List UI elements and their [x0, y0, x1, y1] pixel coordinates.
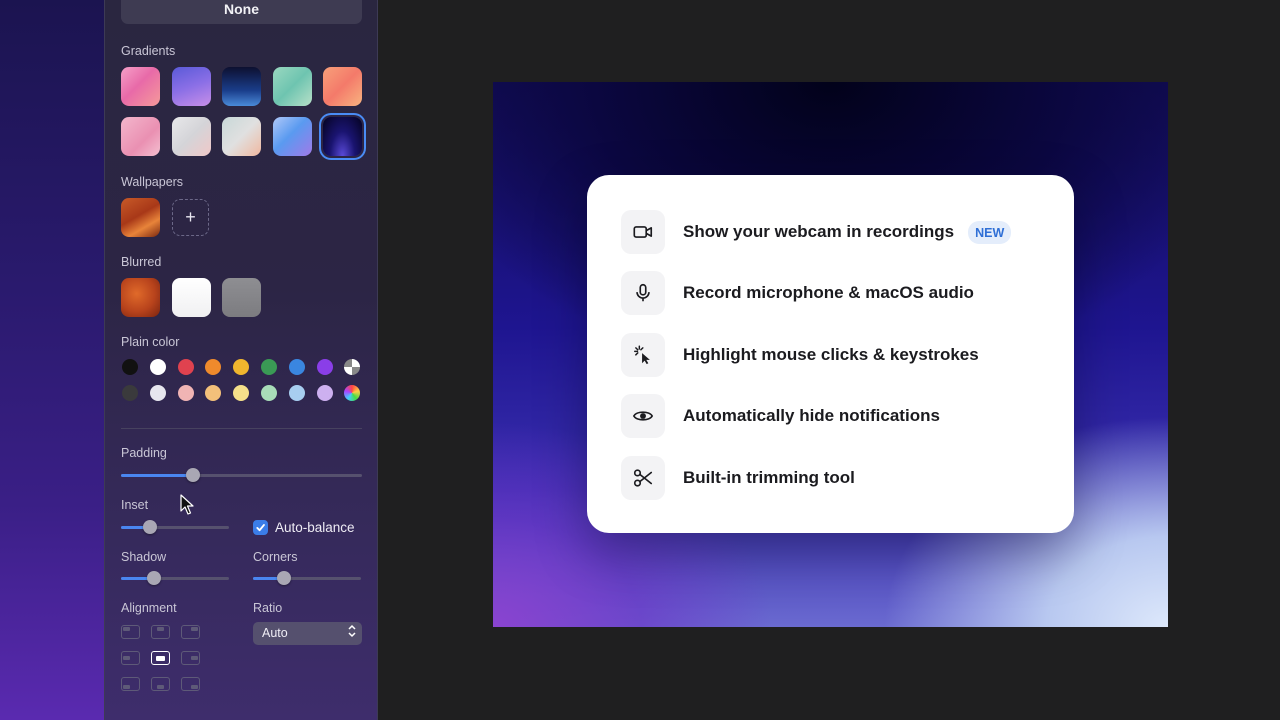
color-swatch[interactable] — [316, 359, 333, 375]
color-swatch[interactable] — [205, 385, 222, 401]
color-swatch[interactable] — [177, 359, 194, 375]
feature-text: Highlight mouse clicks & keystrokes — [683, 345, 979, 364]
feature-item: Highlight mouse clicks & keystrokes — [621, 333, 979, 377]
alignment-bottom-button[interactable] — [151, 677, 170, 691]
color-swatch[interactable] — [288, 385, 305, 401]
alignment-right-button[interactable] — [181, 651, 200, 665]
gradient-swatch[interactable] — [222, 67, 261, 106]
color-swatch[interactable] — [177, 385, 194, 401]
wallpapers-heading: Wallpapers — [121, 175, 184, 189]
color-swatch[interactable] — [149, 359, 166, 375]
inset-slider-knob[interactable] — [143, 520, 158, 534]
padding-slider-knob[interactable] — [186, 468, 201, 482]
alignment-marker — [191, 627, 198, 631]
shadow-slider[interactable] — [121, 571, 229, 585]
alignment-marker — [123, 656, 130, 660]
blurred-swatch[interactable] — [171, 278, 211, 317]
feature-item: Built-in trimming tool — [621, 456, 855, 500]
scissors-icon — [621, 456, 665, 500]
feature-item: Automatically hide notifications — [621, 394, 940, 438]
ratio-label: Ratio — [253, 601, 283, 615]
chevron-up-down-icon — [348, 622, 356, 638]
cursor-click-icon — [621, 333, 665, 377]
alignment-top-left-button[interactable] — [121, 625, 140, 639]
color-swatch[interactable] — [344, 359, 361, 375]
gradient-swatch[interactable] — [272, 117, 312, 156]
gradient-swatch[interactable] — [323, 117, 362, 156]
divider — [121, 428, 362, 429]
color-swatch[interactable] — [205, 359, 222, 375]
blurred-swatch[interactable] — [222, 278, 261, 317]
padding-slider[interactable] — [121, 468, 362, 482]
background-settings-panel: None Gradients Wallpapers + Blurred Plai… — [104, 0, 378, 720]
gradient-swatch[interactable] — [121, 67, 160, 106]
padding-slider-fill — [121, 474, 194, 477]
eye-icon — [621, 394, 665, 438]
alignment-bottom-right-button[interactable] — [181, 677, 200, 691]
auto-balance-label[interactable]: Auto-balance — [275, 520, 355, 535]
alignment-center-button[interactable] — [151, 651, 170, 665]
preview-canvas: Show your webcam in recordings NEW Recor… — [493, 82, 1168, 627]
feature-item: Record microphone & macOS audio — [621, 271, 974, 315]
feature-card: Show your webcam in recordings NEW Recor… — [587, 175, 1074, 533]
color-swatch[interactable] — [344, 385, 361, 401]
gradient-swatch[interactable] — [222, 117, 261, 156]
alignment-label: Alignment — [121, 601, 177, 615]
alignment-marker — [156, 655, 165, 661]
auto-balance-checkbox[interactable] — [253, 520, 268, 535]
color-swatch[interactable] — [261, 359, 277, 375]
color-swatch[interactable] — [122, 359, 138, 375]
new-badge: NEW — [968, 220, 1012, 244]
alignment-marker — [156, 627, 164, 631]
mouse-pointer-icon — [180, 494, 194, 515]
alignment-top-right-button[interactable] — [181, 625, 200, 639]
gradients-heading: Gradients — [121, 44, 176, 58]
background-window-edge — [0, 0, 104, 720]
corners-slider[interactable] — [253, 571, 361, 585]
color-swatch[interactable] — [149, 385, 166, 401]
corners-label: Corners — [253, 550, 298, 564]
color-swatch[interactable] — [261, 385, 277, 401]
padding-label: Padding — [121, 446, 167, 460]
color-swatch[interactable] — [288, 359, 305, 375]
add-wallpaper-button[interactable]: + — [172, 199, 209, 236]
shadow-slider-knob[interactable] — [147, 571, 162, 585]
alignment-marker — [123, 685, 130, 689]
feature-item: Show your webcam in recordings NEW — [621, 210, 1012, 254]
ratio-select-value: Auto — [262, 626, 288, 640]
alignment-bottom-left-button[interactable] — [121, 677, 140, 691]
color-swatch[interactable] — [233, 359, 250, 375]
plain-color-heading: Plain color — [121, 335, 180, 349]
alignment-marker — [156, 685, 164, 689]
gradient-swatch[interactable] — [171, 67, 211, 106]
gradient-swatch[interactable] — [272, 67, 312, 106]
color-swatch[interactable] — [316, 385, 333, 401]
blurred-swatch[interactable] — [121, 278, 160, 317]
wallpaper-swatch[interactable] — [121, 198, 160, 237]
microphone-icon — [621, 271, 665, 315]
feature-text: Built-in trimming tool — [683, 468, 855, 487]
alignment-marker — [191, 656, 198, 660]
alignment-top-button[interactable] — [151, 625, 170, 639]
alignment-marker — [191, 685, 198, 689]
video-camera-icon — [621, 210, 665, 254]
shadow-label: Shadow — [121, 550, 167, 564]
corners-slider-knob[interactable] — [277, 571, 292, 585]
gradient-swatch[interactable] — [323, 67, 362, 106]
alignment-left-button[interactable] — [121, 651, 140, 665]
blurred-heading: Blurred — [121, 255, 162, 269]
gradient-swatch[interactable] — [171, 117, 211, 156]
checkmark-icon — [256, 524, 265, 532]
ratio-select[interactable]: Auto — [253, 622, 362, 645]
color-swatch[interactable] — [233, 385, 250, 401]
gradient-swatch[interactable] — [121, 117, 160, 156]
alignment-marker — [123, 627, 130, 631]
feature-text: Record microphone & macOS audio — [683, 283, 974, 302]
none-background-button[interactable]: None — [121, 0, 362, 24]
inset-slider[interactable] — [121, 520, 229, 534]
feature-text: Automatically hide notifications — [683, 406, 940, 425]
feature-text: Show your webcam in recordings — [683, 222, 955, 241]
inset-label: Inset — [121, 498, 149, 512]
color-swatch[interactable] — [122, 385, 138, 401]
